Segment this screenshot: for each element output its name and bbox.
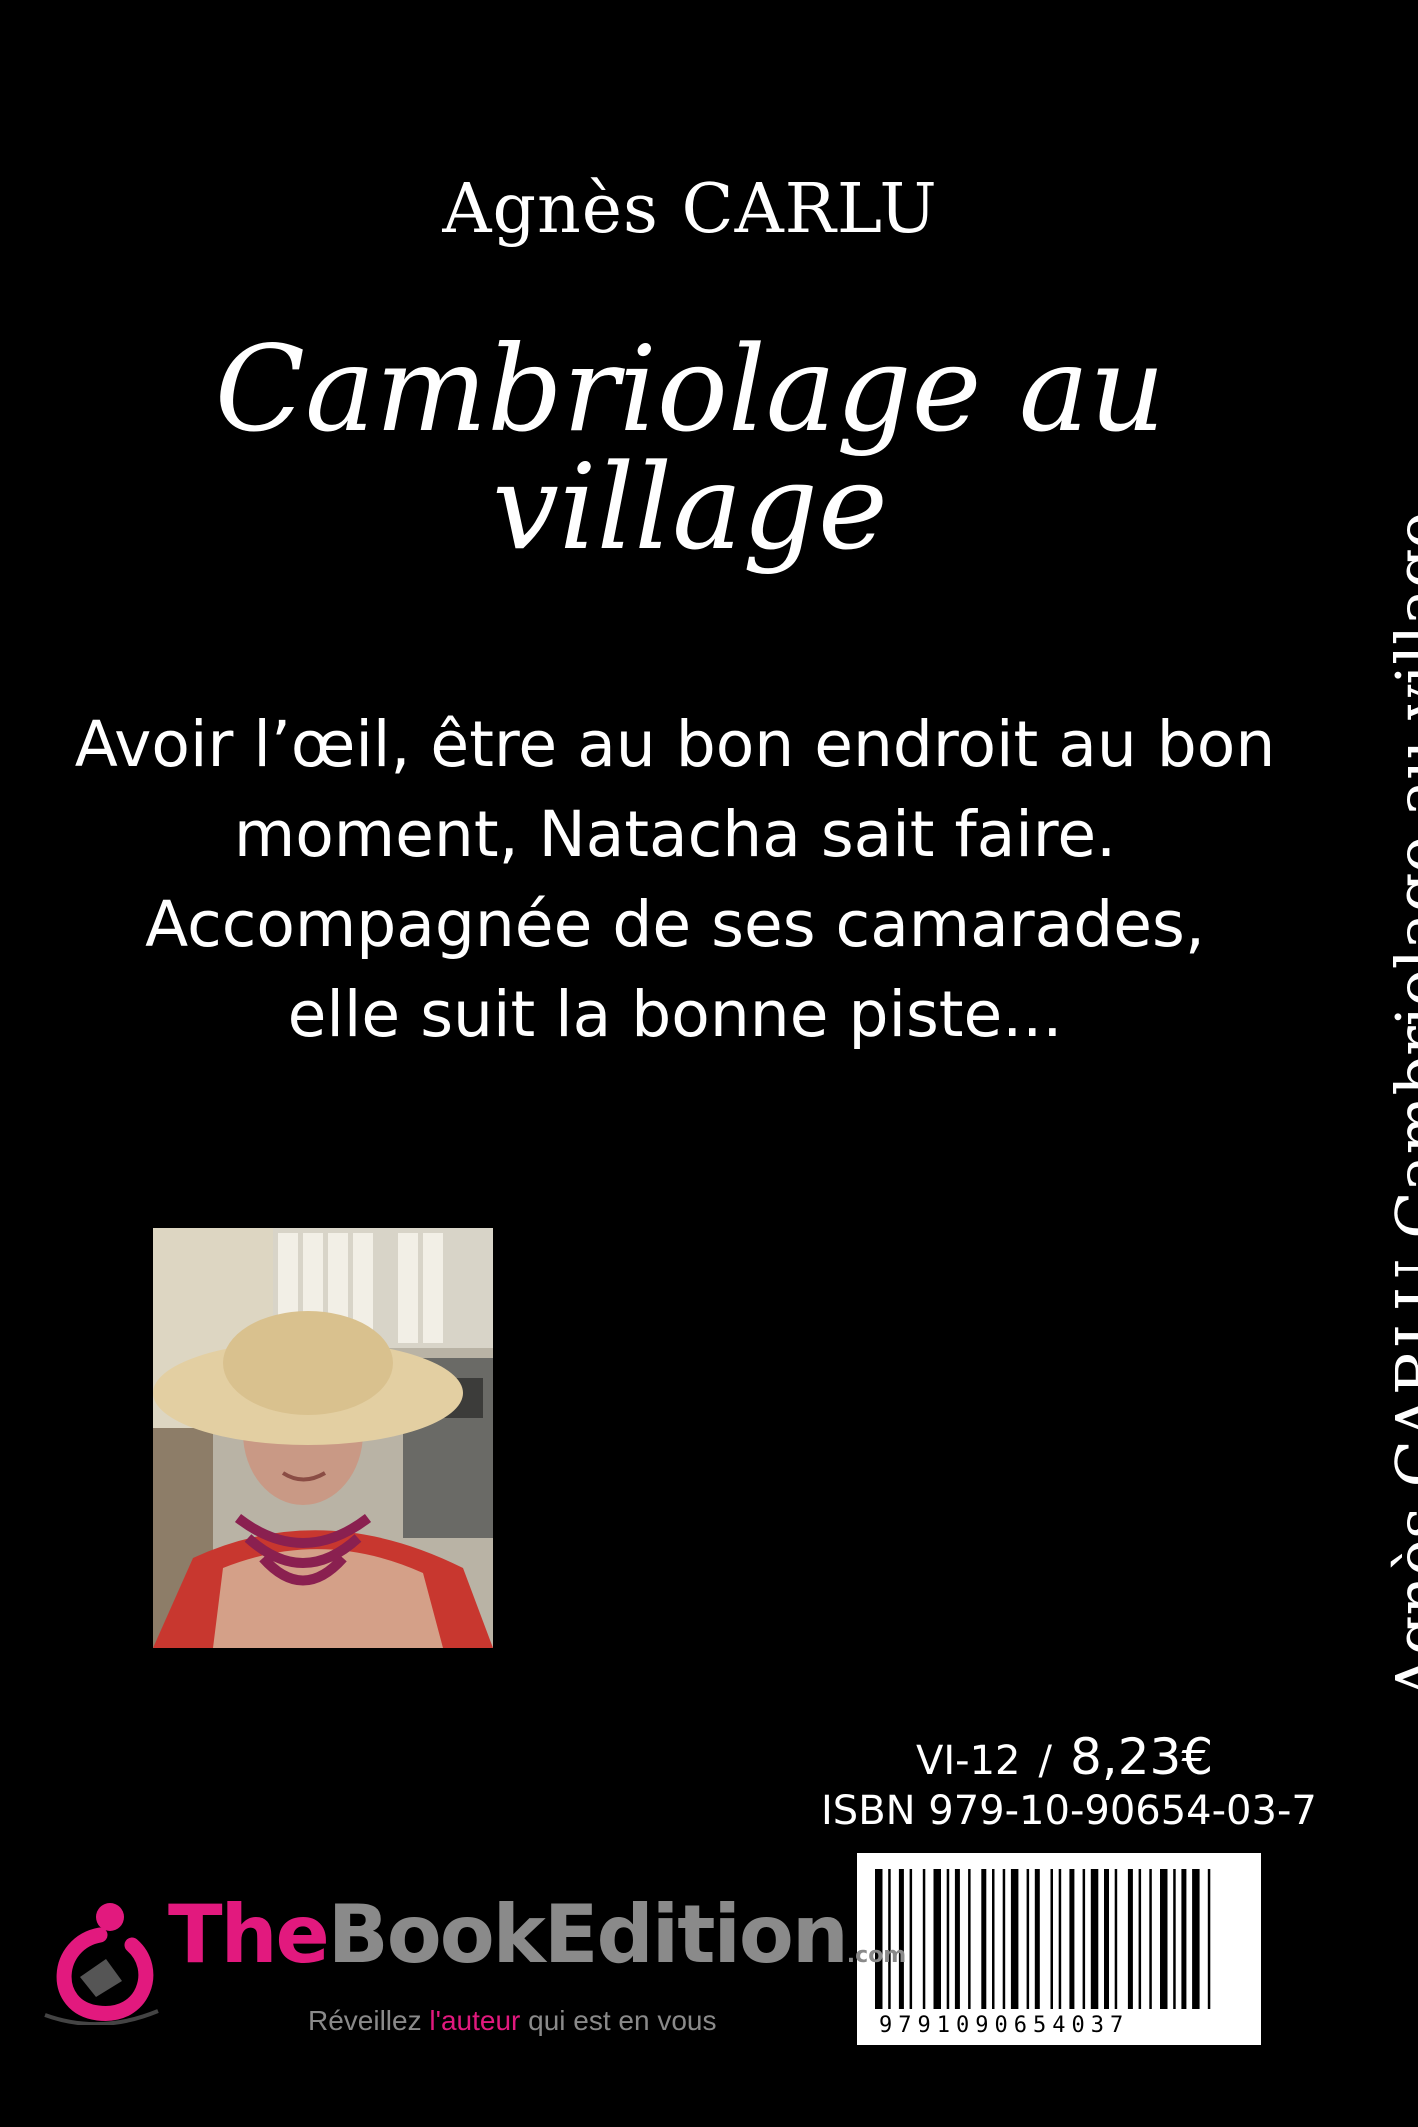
barcode-bar bbox=[1138, 1869, 1142, 2009]
barcode-bar bbox=[1034, 1869, 1040, 2009]
barcode-bar bbox=[981, 1869, 987, 2009]
barcode-bar bbox=[992, 1869, 995, 2009]
barcode-bar bbox=[1002, 1869, 1006, 2009]
publisher-name-main: BookEdition bbox=[327, 1888, 849, 1981]
barcode: 9791090654037 bbox=[857, 1853, 1261, 2045]
barcode-bar bbox=[968, 1869, 971, 2009]
publisher-logo: TheBookEdition.com Réveillez l'auteur qu… bbox=[40, 1895, 906, 2045]
barcode-bar bbox=[1149, 1869, 1152, 2009]
book-title: Cambriolage au village bbox=[214, 320, 1166, 576]
barcode-bar bbox=[1090, 1869, 1099, 2009]
barcode-bar bbox=[1173, 1869, 1176, 2009]
blurb-line: moment, Natacha sait faire. bbox=[233, 798, 1117, 871]
publisher-domain: .com bbox=[846, 1943, 907, 1968]
author-name: Agnès CARLU bbox=[442, 170, 938, 249]
price-line: VI-12 / 8,23€ bbox=[916, 1728, 1213, 1786]
separator: / bbox=[1038, 1738, 1052, 1784]
barcode-bar bbox=[1058, 1869, 1062, 2009]
blurb-line: Accompagnée de ses camarades, bbox=[145, 888, 1205, 961]
barcode-bar bbox=[1114, 1869, 1118, 2009]
barcode-bar bbox=[1207, 1869, 1211, 2009]
blurb-line: Avoir l’œil, être au bon endroit au bon bbox=[74, 708, 1276, 781]
barcode-bar bbox=[954, 1869, 960, 2009]
barcode-bar bbox=[1069, 1869, 1075, 2009]
tagline-start: Réveillez bbox=[308, 2005, 430, 2036]
barcode-bar bbox=[1010, 1869, 1019, 2009]
publisher-tagline: Réveillez l'auteur qui est en vous bbox=[308, 2005, 716, 2037]
barcode-bar bbox=[1181, 1869, 1187, 2009]
barcode-bar bbox=[1127, 1869, 1133, 2009]
spine-text: Agnès CARLU Cambriolage au village bbox=[1382, 511, 1418, 1700]
barcode-bar bbox=[933, 1869, 941, 2009]
tagline-highlight: l'auteur bbox=[429, 2005, 521, 2036]
blurb-line: elle suit la bonne piste... bbox=[287, 978, 1063, 1051]
back-cover-blurb: Avoir l’œil, être au bon endroit au bon … bbox=[30, 700, 1320, 1060]
barcode-bar bbox=[909, 1869, 913, 2009]
barcode-bar bbox=[1050, 1869, 1053, 2009]
barcode-digits: 9791090654037 bbox=[879, 2013, 1130, 2038]
barcode-bar bbox=[1026, 1869, 1030, 2009]
publisher-name-the: The bbox=[168, 1888, 330, 1981]
barcode-bar bbox=[1104, 1869, 1109, 2009]
barcode-bar bbox=[922, 1869, 926, 2009]
author-photo bbox=[153, 1228, 493, 1648]
barcode-bar bbox=[946, 1869, 950, 2009]
price: 8,23€ bbox=[1069, 1728, 1214, 1786]
barcode-bar bbox=[1082, 1869, 1086, 2009]
barcode-bar bbox=[1192, 1869, 1200, 2009]
age-range: VI-12 bbox=[916, 1738, 1021, 1784]
publisher-logo-icon bbox=[44, 1903, 159, 2025]
barcode-bar bbox=[1160, 1869, 1168, 2009]
tagline-end: qui est en vous bbox=[520, 2005, 717, 2036]
isbn: ISBN 979-10-90654-03-7 bbox=[821, 1788, 1317, 1834]
publisher-name: TheBookEdition.com bbox=[168, 1895, 906, 1975]
